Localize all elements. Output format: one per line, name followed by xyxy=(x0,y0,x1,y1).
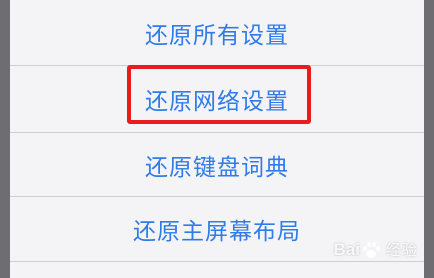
reset-all-settings-label: 还原所有设置 xyxy=(145,22,289,49)
reset-keyboard-dictionary-option[interactable]: 还原键盘词典 xyxy=(10,133,424,196)
reset-network-settings-label: 还原网络设置 xyxy=(145,89,289,115)
divider xyxy=(10,261,424,262)
watermark-brand-suffix: 经验 xyxy=(385,242,418,259)
reset-home-screen-layout-label: 还原主屏幕布局 xyxy=(133,219,301,245)
baidu-jingyan-watermark: Bai 经验 xyxy=(334,239,418,260)
watermark-brand-prefix: Bai xyxy=(333,239,360,259)
reset-network-settings-option[interactable]: 还原网络设置 xyxy=(10,66,424,132)
reset-keyboard-dictionary-label: 还原键盘词典 xyxy=(145,154,289,181)
reset-all-settings-option[interactable]: 还原所有设置 xyxy=(10,0,424,65)
reset-options-sheet: 还原所有设置 还原网络设置 还原键盘词典 还原主屏幕布局 xyxy=(10,0,424,278)
baidu-paw-icon xyxy=(362,241,380,259)
